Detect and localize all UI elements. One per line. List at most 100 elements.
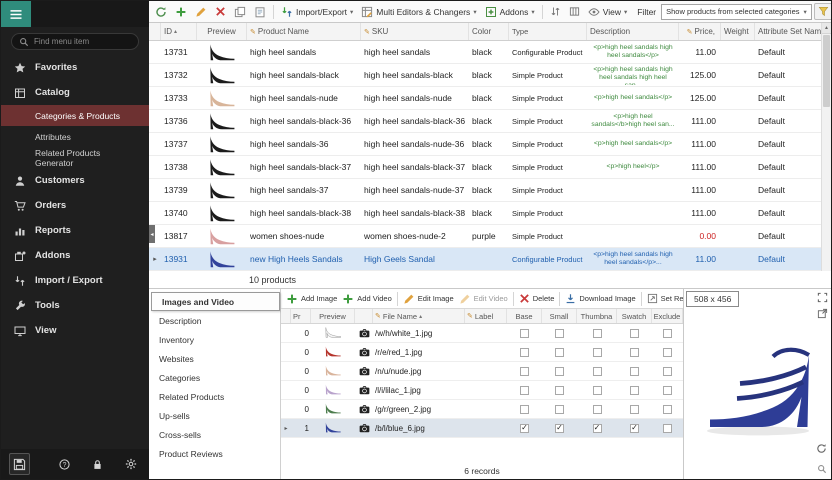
media-row[interactable]: 0/l/i/lilac_1.jpg: [281, 381, 683, 400]
table-row[interactable]: 13817women shoes-nudewomen shoes-nude-2p…: [149, 225, 831, 248]
column-header-camera[interactable]: [355, 309, 373, 323]
delete-button[interactable]: Delete: [517, 292, 557, 305]
base-checkbox[interactable]: [520, 367, 529, 376]
small-checkbox[interactable]: [555, 367, 564, 376]
sidebar-item-favorites[interactable]: Favorites: [1, 55, 149, 80]
base-checkbox[interactable]: [520, 329, 529, 338]
small-checkbox[interactable]: [555, 405, 564, 414]
column-header-pr[interactable]: Pr: [291, 309, 311, 323]
column-header-price[interactable]: ✎Price,: [679, 23, 721, 40]
filters-button[interactable]: Filters ▾: [814, 3, 831, 20]
scroll-thumb[interactable]: [823, 35, 830, 107]
table-row[interactable]: 13731high heel sandalshigh heel sandalsb…: [149, 41, 831, 64]
tab-inventory[interactable]: Inventory: [149, 330, 280, 349]
thumbnail-checkbox[interactable]: [593, 348, 602, 357]
add-product-button[interactable]: [172, 4, 190, 20]
sidebar-item-orders[interactable]: Orders: [1, 193, 149, 218]
base-checkbox[interactable]: [520, 386, 529, 395]
tab-cross-sells[interactable]: Cross-sells: [149, 425, 280, 444]
copy-button[interactable]: [231, 4, 249, 20]
table-row[interactable]: 13738high heel sandals-black-37high heel…: [149, 156, 831, 179]
thumbnail-checkbox[interactable]: [593, 329, 602, 338]
import-export-menu[interactable]: Import/Export ▾: [278, 4, 356, 20]
sidebar-item-categories-products[interactable]: Categories & Products: [1, 105, 149, 126]
small-checkbox[interactable]: [555, 386, 564, 395]
sidebar-item-catalog[interactable]: Catalog: [1, 80, 149, 105]
base-checkbox[interactable]: [520, 348, 529, 357]
column-header-product-name[interactable]: ✎Product Name: [247, 23, 361, 40]
swatch-checkbox[interactable]: [630, 367, 639, 376]
tab-images-and-video[interactable]: Images and Video: [151, 292, 280, 311]
sort-button[interactable]: [547, 4, 564, 19]
thumbnail-checkbox[interactable]: [593, 386, 602, 395]
edit-product-button[interactable]: [192, 4, 210, 20]
sidebar-item-addons[interactable]: Addons: [1, 243, 149, 268]
delete-product-button[interactable]: [212, 4, 229, 19]
column-header-thumbna[interactable]: Thumbna: [577, 309, 617, 323]
fullscreen-icon[interactable]: [817, 292, 828, 303]
table-row[interactable]: 13733high heel sandals-nudehigh heel san…: [149, 87, 831, 110]
open-external-icon[interactable]: [817, 308, 828, 319]
media-row[interactable]: 0/w/h/white_1.jpg: [281, 324, 683, 343]
table-row[interactable]: ▸13931new High Heels SandalsHigh Geels S…: [149, 248, 831, 271]
tab-up-sells[interactable]: Up-sells: [149, 406, 280, 425]
column-header-label[interactable]: ✎Label: [465, 309, 507, 323]
column-header-base[interactable]: Base: [507, 309, 542, 323]
thumbnail-checkbox[interactable]: ✓: [593, 424, 602, 433]
column-header-description[interactable]: Description: [587, 23, 679, 40]
table-row[interactable]: 13739high heel sandals-37high heel sanda…: [149, 179, 831, 202]
columns-button[interactable]: [566, 4, 583, 19]
sidebar-item-related-products-generator[interactable]: Related Products Generator: [1, 147, 149, 168]
zoom-icon[interactable]: [816, 464, 827, 474]
small-checkbox[interactable]: [555, 348, 564, 357]
vertical-scrollbar[interactable]: ▲: [821, 23, 831, 271]
tab-categories[interactable]: Categories: [149, 368, 280, 387]
tab-websites[interactable]: Websites: [149, 349, 280, 368]
swatch-checkbox[interactable]: ✓: [630, 424, 639, 433]
exclude-checkbox[interactable]: [663, 367, 672, 376]
column-header-weight[interactable]: Weight: [721, 23, 755, 40]
scroll-up-button[interactable]: ▲: [822, 23, 831, 34]
view-menu[interactable]: View ▾: [585, 4, 631, 20]
download-image-button[interactable]: Download Image: [563, 292, 637, 305]
column-header-id[interactable]: ID▴: [161, 23, 197, 40]
multi-editors-menu[interactable]: Multi Editors & Changers ▾: [358, 4, 479, 20]
thumbnail-checkbox[interactable]: [593, 367, 602, 376]
column-header-type[interactable]: Type: [509, 23, 587, 40]
exclude-checkbox[interactable]: [663, 424, 672, 433]
swatch-checkbox[interactable]: [630, 329, 639, 338]
exclude-checkbox[interactable]: [663, 329, 672, 338]
swatch-checkbox[interactable]: [630, 348, 639, 357]
paste-button[interactable]: [251, 4, 269, 20]
sidebar-item-reports[interactable]: Reports: [1, 218, 149, 243]
sidebar-item-import-export[interactable]: Import / Export: [1, 268, 149, 293]
media-row[interactable]: 0/n/u/nude.jpg: [281, 362, 683, 381]
sidebar-item-tools[interactable]: Tools: [1, 293, 149, 318]
exclude-checkbox[interactable]: [663, 386, 672, 395]
table-row[interactable]: 13737high heel sandals-36high heel sanda…: [149, 133, 831, 156]
column-header-small[interactable]: Small: [542, 309, 577, 323]
table-row[interactable]: 13736high heel sandals-black-36high heel…: [149, 110, 831, 133]
help-button[interactable]: ?: [54, 453, 75, 475]
sidebar-item-attributes[interactable]: Attributes: [1, 126, 149, 147]
addons-menu[interactable]: Addons ▾: [482, 4, 538, 20]
column-header-preview[interactable]: Preview: [197, 23, 247, 40]
rotate-icon[interactable]: [816, 443, 827, 454]
tab-related-products[interactable]: Related Products: [149, 387, 280, 406]
swatch-checkbox[interactable]: [630, 405, 639, 414]
refresh-button[interactable]: [152, 4, 170, 20]
small-checkbox[interactable]: ✓: [555, 424, 564, 433]
exclude-checkbox[interactable]: [663, 348, 672, 357]
table-row[interactable]: 13732high heel sandals-blackhigh heel sa…: [149, 64, 831, 87]
base-checkbox[interactable]: ✓: [520, 424, 529, 433]
add-video-button[interactable]: Add Video: [340, 292, 393, 306]
small-checkbox[interactable]: [555, 329, 564, 338]
column-header-exclude[interactable]: Exclude: [652, 309, 683, 323]
panel-collapse-handle[interactable]: ◂: [149, 225, 155, 243]
column-header-color[interactable]: Color: [469, 23, 509, 40]
exclude-checkbox[interactable]: [663, 405, 672, 414]
column-header-attribute-set-name[interactable]: Attribute Set Name: [755, 23, 831, 40]
base-checkbox[interactable]: [520, 405, 529, 414]
swatch-checkbox[interactable]: [630, 386, 639, 395]
settings-button[interactable]: [120, 453, 141, 475]
